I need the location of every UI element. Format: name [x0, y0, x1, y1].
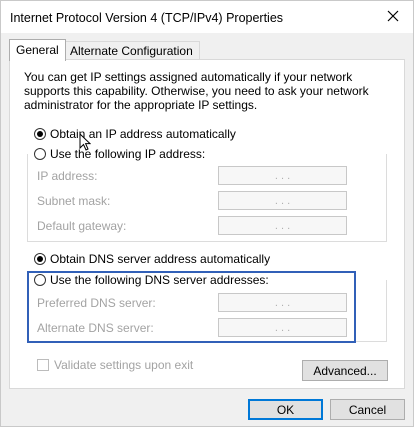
alternate-dns-input[interactable]: . . .	[218, 318, 347, 337]
general-panel: You can get IP settings assigned automat…	[9, 59, 405, 389]
obtain-ip-auto-label: Obtain an IP address automatically	[50, 127, 236, 141]
ip-address-label: IP address:	[37, 169, 98, 183]
preferred-dns-input[interactable]: . . .	[218, 293, 347, 312]
subnet-mask-input[interactable]: . . .	[218, 191, 347, 210]
obtain-dns-auto-radio[interactable]	[34, 253, 46, 265]
advanced-button[interactable]: Advanced...	[302, 360, 388, 381]
tab-general[interactable]: General	[9, 39, 66, 61]
alternate-dns-label: Alternate DNS server:	[37, 321, 154, 335]
subnet-mask-label: Subnet mask:	[37, 194, 111, 208]
preferred-dns-label: Preferred DNS server:	[37, 296, 156, 310]
obtain-dns-auto-option[interactable]: Obtain DNS server address automatically	[34, 251, 270, 267]
ip-address-input[interactable]: . . .	[218, 166, 347, 185]
validate-settings-option[interactable]: Validate settings upon exit	[37, 358, 193, 372]
tab-alternate-configuration[interactable]: Alternate Configuration	[63, 41, 200, 60]
obtain-ip-auto-option[interactable]: Obtain an IP address automatically	[34, 126, 236, 142]
validate-settings-checkbox[interactable]	[37, 359, 49, 371]
default-gateway-input[interactable]: . . .	[218, 216, 347, 235]
validate-settings-label: Validate settings upon exit	[54, 358, 194, 372]
ok-button[interactable]: OK	[248, 399, 323, 420]
mouse-pointer-icon	[79, 133, 91, 151]
title-bar: Internet Protocol Version 4 (TCP/IPv4) P…	[1, 1, 413, 33]
description-text: You can get IP settings assigned automat…	[24, 70, 369, 112]
properties-dialog: Internet Protocol Version 4 (TCP/IPv4) P…	[0, 0, 414, 427]
cancel-button[interactable]: Cancel	[330, 399, 405, 420]
obtain-dns-auto-label: Obtain DNS server address automatically	[50, 252, 271, 266]
default-gateway-label: Default gateway:	[37, 219, 127, 233]
close-button[interactable]	[381, 5, 405, 27]
close-icon	[387, 10, 399, 22]
window-title: Internet Protocol Version 4 (TCP/IPv4) P…	[10, 11, 284, 25]
obtain-ip-auto-radio[interactable]	[34, 128, 46, 140]
